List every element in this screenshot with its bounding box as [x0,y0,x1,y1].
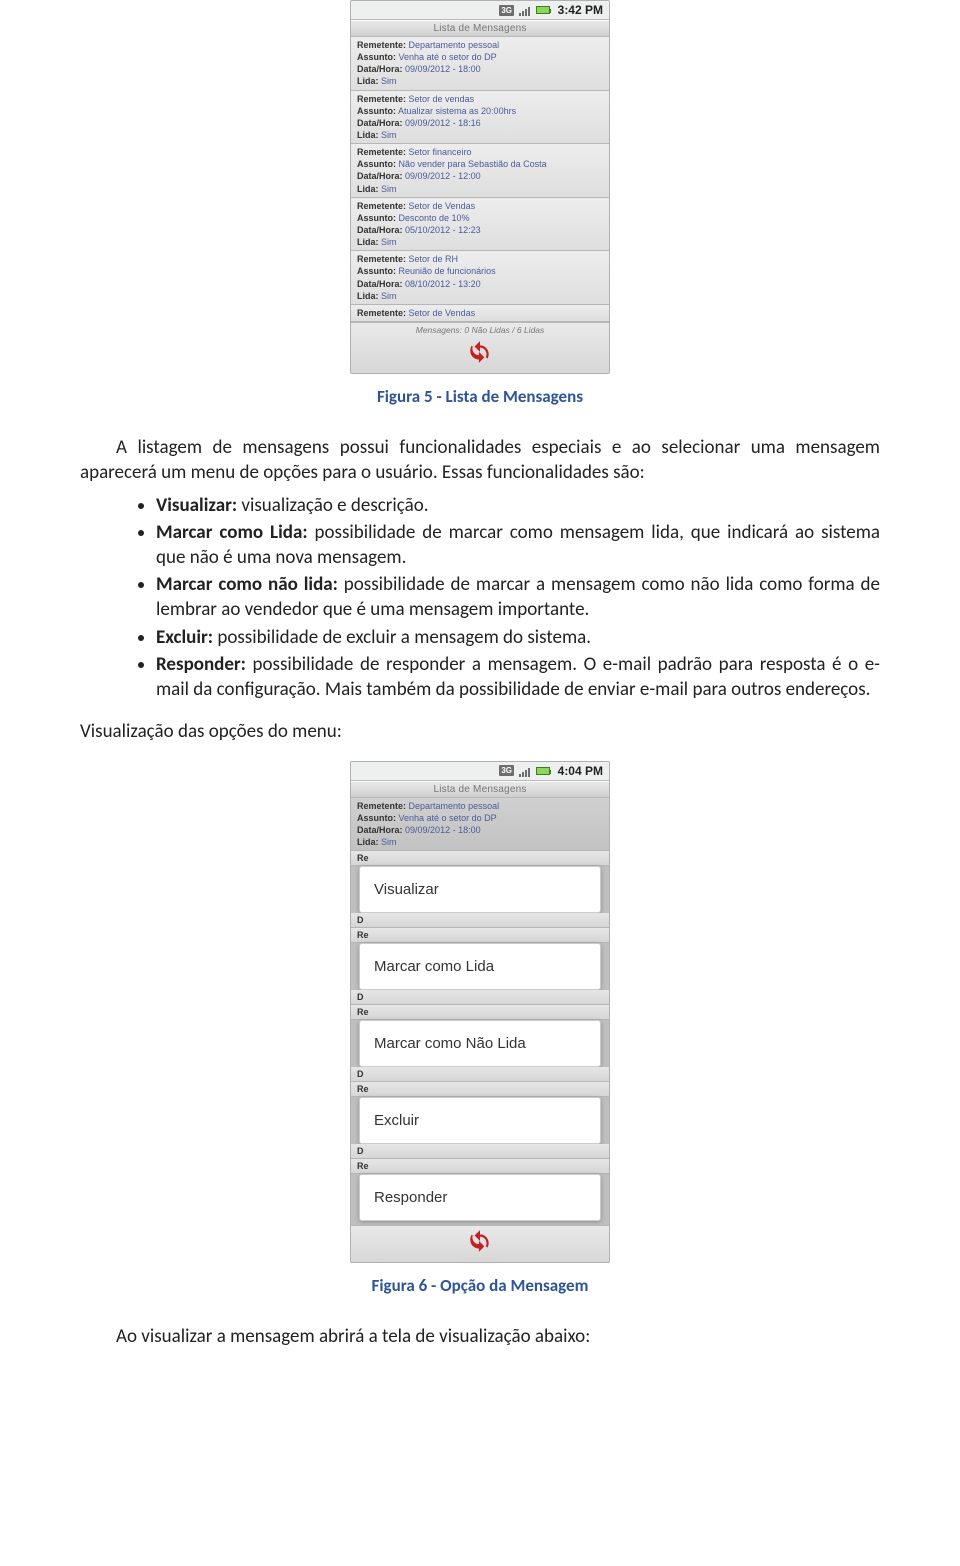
list-item: Responder: possibilidade de responder a … [156,652,880,702]
signal-icon [518,4,532,16]
partial-row: Re [351,1159,609,1174]
partial-row: Re [351,928,609,943]
signal-icon [518,765,532,777]
footer-bar: Mensagens: 0 Não Lidas / 6 Lidas [351,322,609,373]
partial-row: D [351,1067,609,1082]
paragraph: Visualização das opções do menu: [80,720,880,743]
battery-icon [536,6,550,14]
refresh-icon[interactable] [464,339,496,367]
paragraph: A listagem de mensagens possui funcional… [80,435,880,485]
list-item[interactable]: Remetente: Setor financeiro Assunto: Não… [351,144,609,198]
footer-status: Mensagens: 0 Não Lidas / 6 Lidas [416,323,545,337]
list-item[interactable]: Remetente: Departamento pessoal Assunto:… [351,37,609,91]
list-item[interactable]: Remetente: Setor de vendas Assunto: Atua… [351,91,609,145]
paragraph: Ao visualizar a mensagem abrirá a tela d… [80,1324,880,1349]
list-item: Marcar como Lida: possibilidade de marca… [156,520,880,570]
screenshot-phone-2: 3G 4:04 PM Lista de Mensagens Remetente:… [350,761,610,1264]
context-menu: Marcar como Lida [359,943,601,990]
app-title: Lista de Mensagens [351,20,609,37]
app-title: Lista de Mensagens [351,781,609,798]
partial-row: Re [351,1082,609,1097]
partial-row: Re [351,851,609,866]
figure-caption-2: Figura 6 - Opção da Mensagem [80,1275,880,1296]
context-menu: Visualizar [359,866,601,913]
list-item: Excluir: possibilidade de excluir a mens… [156,625,880,650]
menu-item-marcar-lida[interactable]: Marcar como Lida [360,944,600,989]
list-item[interactable]: Remetente: Setor de Vendas Assunto: Desc… [351,198,609,252]
footer-bar [351,1225,609,1262]
menu-item-marcar-nao-lida[interactable]: Marcar como Não Lida [360,1021,600,1066]
network-3g-icon: 3G [500,4,514,16]
battery-icon [536,767,550,775]
list-item[interactable]: Remetente: Setor de Vendas [351,305,609,322]
message-list: Remetente: Departamento pessoal Assunto:… [351,37,609,322]
partial-row: Re [351,1005,609,1020]
context-menu: Excluir [359,1097,601,1144]
context-menu: Marcar como Não Lida [359,1020,601,1067]
statusbar: 3G 3:42 PM [351,1,609,20]
figure-caption-1: Figura 5 - Lista de Mensagens [80,386,880,407]
menu-item-excluir[interactable]: Excluir [360,1098,600,1143]
statusbar: 3G 4:04 PM [351,762,609,781]
screenshot-phone-1: 3G 3:42 PM Lista de Mensagens Remetente:… [350,0,610,374]
menu-item-visualizar[interactable]: Visualizar [360,867,600,912]
refresh-icon[interactable] [464,1228,496,1256]
network-3g-icon: 3G [500,765,514,777]
list-item: Remetente: Departamento pessoal Assunto:… [351,798,609,852]
list-item[interactable]: Remetente: Setor de RH Assunto: Reunião … [351,251,609,305]
partial-row: D [351,1144,609,1159]
context-menu: Responder [359,1174,601,1221]
clock-text: 4:04 PM [554,764,603,778]
partial-row: D [351,913,609,928]
menu-item-responder[interactable]: Responder [360,1175,600,1220]
list-item: Marcar como não lida: possibilidade de m… [156,572,880,622]
partial-row: D [351,990,609,1005]
clock-text: 3:42 PM [554,3,603,17]
list-item: Visualizar: visualização e descrição. [156,493,880,518]
bullet-list: Visualizar: visualização e descrição. Ma… [80,493,880,702]
